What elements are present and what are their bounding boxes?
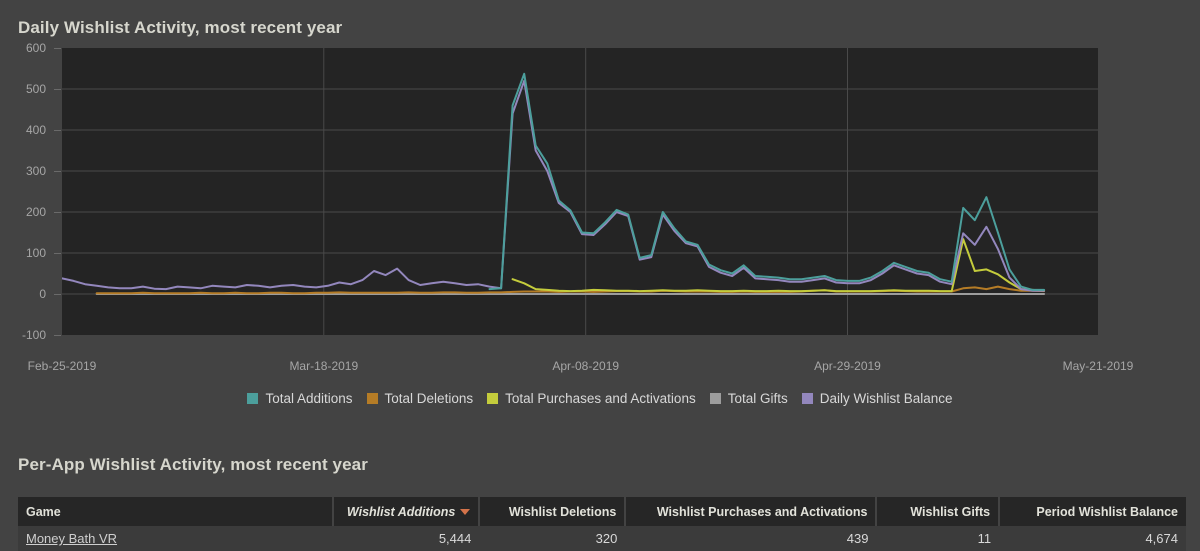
y-axis-tick-label: 600 [25,41,46,55]
table-column-header[interactable]: Game [18,497,335,526]
y-axis-tick-label: 500 [25,82,46,96]
chart-legend: Total Additions Total Deletions Total Purc… [0,391,1200,406]
table-cell-wishlist-purchases-and-activations: 439 [625,526,877,551]
y-axis-tick-label: 0 [39,287,46,301]
legend-item[interactable]: Total Purchases and Activations [487,391,696,406]
table-header-row: Game Wishlist Additions Wishlist Deletions… [18,497,1186,526]
table-column-header-label: Wishlist Deletions [508,504,617,519]
chart-series-svg [62,48,1098,335]
y-axis-tick-mark [54,294,61,295]
legend-swatch-icon [487,393,499,404]
y-axis-tick-mark [54,171,61,172]
table-column-header[interactable]: Wishlist Purchases and Activations [625,497,878,526]
table-column-header-label: Wishlist Additions [346,504,456,519]
y-axis-tick-mark [54,335,61,336]
legend-item-label: Daily Wishlist Balance [819,391,953,406]
table-cell-game: Money Bath VR [18,526,334,551]
table-column-header[interactable]: Wishlist Deletions [479,497,627,526]
y-axis-tick-mark [54,89,61,90]
legend-item[interactable]: Daily Wishlist Balance [801,391,953,406]
series-line [488,72,1046,291]
table-cell-wishlist-deletions: 320 [479,526,626,551]
y-axis-tick-mark [54,130,61,131]
table-column-header-label: Wishlist Gifts [910,504,991,519]
y-axis-tick-mark [54,212,61,213]
y-axis-tick-mark [54,48,61,49]
legend-swatch-icon [366,393,378,404]
table-cell-wishlist-gifts: 11 [876,526,1000,551]
chart-section-title: Daily Wishlist Activity, most recent yea… [18,18,343,37]
table-column-header[interactable]: Wishlist Gifts [876,497,1001,526]
daily-wishlist-activity-chart: 600 500 400 300 200 100 0 -100 Feb-25-2019 Mar-1… [0,42,1200,373]
x-axis-tick-label: Apr-08-2019 [552,359,620,373]
x-axis-tick-label: Apr-29-2019 [814,359,881,373]
legend-item[interactable]: Total Additions [247,391,353,406]
y-axis-tick-label: 200 [25,205,46,219]
series-line [62,79,1046,292]
chart-plot-area [62,48,1098,335]
game-link[interactable]: Money Bath VR [26,531,117,546]
legend-swatch-icon [709,393,721,404]
sort-descending-icon [460,509,471,516]
y-axis-tick-mark [54,253,61,254]
legend-item-label: Total Purchases and Activations [505,391,696,406]
legend-swatch-icon [247,393,259,404]
table-column-header-label: Wishlist Purchases and Activations [656,504,868,519]
per-app-wishlist-table: Game Wishlist Additions Wishlist Deletions… [18,497,1186,551]
table-column-header-label: Period Wishlist Balance [1036,504,1178,519]
series-line [511,238,1046,293]
y-axis-tick-label: 100 [25,246,46,260]
table-column-header[interactable]: Wishlist Additions [333,497,481,526]
table-row: Money Bath VR 5,444 320 439 11 4,674 [18,526,1186,551]
legend-item[interactable]: Total Gifts [709,391,788,406]
per-app-wishlist-table-wrap: Game Wishlist Additions Wishlist Deletions… [18,497,1186,551]
y-axis-tick-label: 400 [25,123,46,137]
y-axis-tick-label: -100 [21,328,46,342]
table-section-title: Per-App Wishlist Activity, most recent y… [18,455,368,474]
table-cell-wishlist-additions: 5,444 [333,526,480,551]
x-axis-tick-label: Feb-25-2019 [27,359,97,373]
table-cell-period-wishlist-balance: 4,674 [999,526,1186,551]
x-axis-tick-label: May-21-2019 [1062,359,1134,373]
y-axis-tick-label: 300 [25,164,46,178]
legend-item-label: Total Deletions [384,391,474,406]
wishlist-activity-page: Daily Wishlist Activity, most recent yea… [0,0,1200,551]
legend-item-label: Total Additions [265,391,353,406]
legend-item[interactable]: Total Deletions [366,391,474,406]
table-column-header-label: Game [26,504,61,519]
x-axis-tick-label: Mar-18-2019 [289,359,359,373]
legend-item-label: Total Gifts [727,391,788,406]
legend-swatch-icon [801,393,813,404]
table-column-header[interactable]: Period Wishlist Balance [999,497,1186,526]
